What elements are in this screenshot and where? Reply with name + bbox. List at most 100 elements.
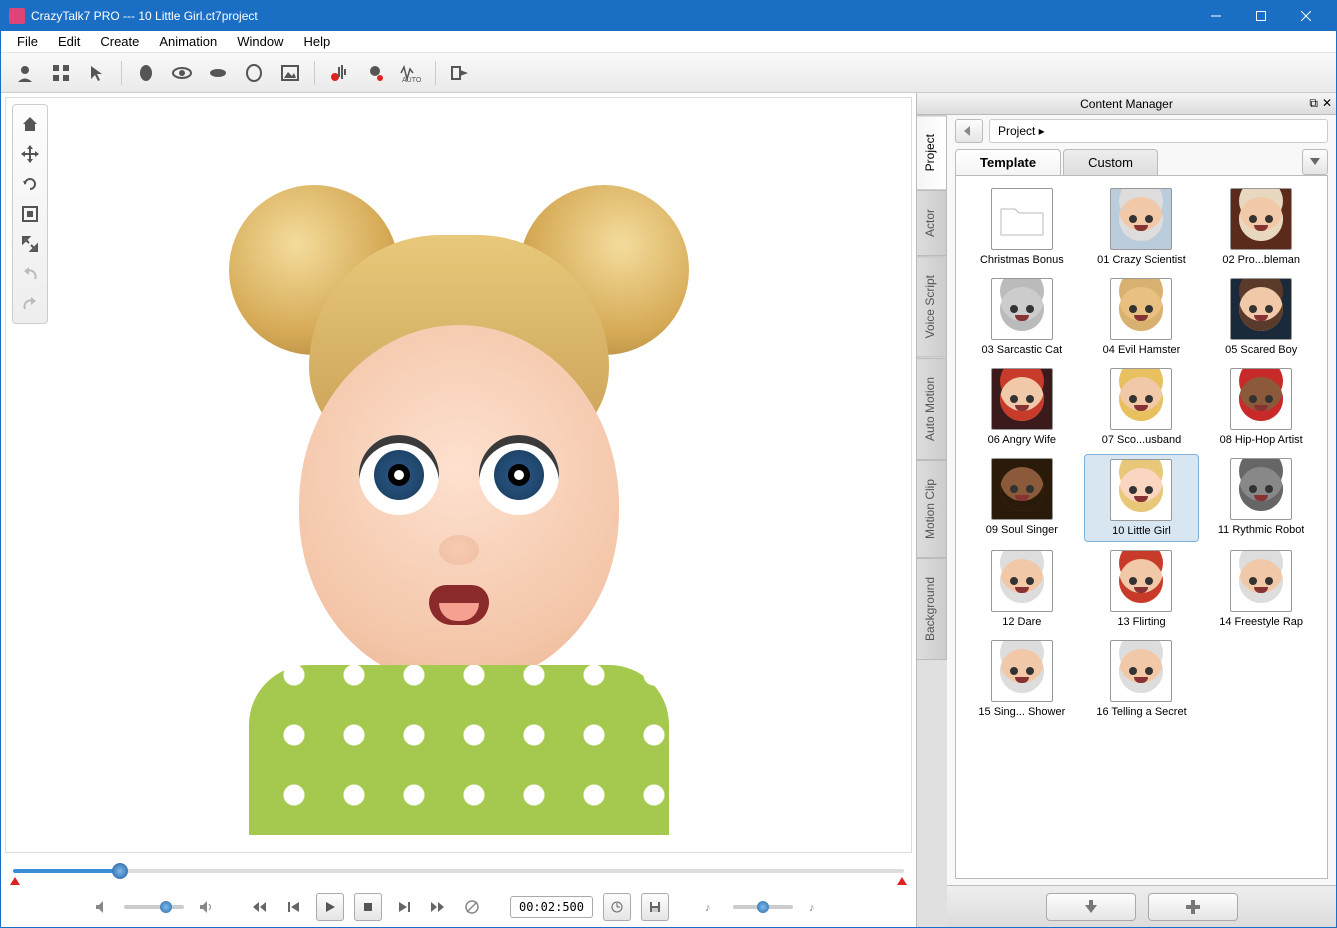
thumbnail-label: Christmas Bonus [980,254,1064,266]
next-frame-button[interactable] [392,895,416,919]
thumbnail-label: 02 Pro...bleman [1222,254,1300,266]
mouth-icon[interactable] [202,57,234,89]
grid-icon[interactable] [45,57,77,89]
timecode-mode-button[interactable] [603,893,631,921]
apply-button[interactable] [1046,893,1136,921]
thumbnail-image [991,640,1053,702]
timecode-display[interactable]: 00:02:500 [510,896,593,918]
export-icon[interactable] [444,57,476,89]
content-item[interactable]: 04 Evil Hamster [1084,274,1200,360]
category-tab-background[interactable]: Background [917,558,947,660]
fast-forward-button[interactable] [426,895,450,919]
category-tab-auto-motion[interactable]: Auto Motion [917,358,947,460]
close-panel-icon[interactable]: ✕ [1322,96,1332,111]
category-tab-actor[interactable]: Actor [917,190,947,256]
thumbnail-image [1110,640,1172,702]
content-item[interactable]: 16 Telling a Secret [1084,636,1200,722]
panel-footer [947,885,1336,927]
thumbnail-label: 15 Sing... Shower [978,706,1065,718]
thumbnail-label: 06 Angry Wife [988,434,1056,446]
play-button[interactable] [316,893,344,921]
thumbnail-image [991,188,1053,250]
sub-tabs: TemplateCustom [955,149,1328,175]
content-item[interactable]: 11 Rythmic Robot [1203,454,1319,542]
rotate-icon[interactable] [15,169,45,199]
move-icon[interactable] [15,139,45,169]
svg-text:♪: ♪ [809,902,815,913]
content-item[interactable]: 06 Angry Wife [964,364,1080,450]
svg-text:♪: ♪ [705,902,711,913]
breadcrumb-text: Project ▸ [998,124,1045,138]
content-item[interactable]: 09 Soul Singer [964,454,1080,542]
fit-frame-icon[interactable] [15,199,45,229]
undock-icon[interactable]: ⧉ [1309,96,1318,111]
category-tab-voice-script[interactable]: Voice Script [917,256,947,357]
content-item[interactable]: 13 Flirting [1084,546,1200,632]
actor-icon[interactable] [9,57,41,89]
thumbnail-image [1230,368,1292,430]
menu-animation[interactable]: Animation [149,32,227,51]
thumbnail-image [1110,459,1172,521]
character-preview [219,155,699,795]
add-button[interactable] [1148,893,1238,921]
face-outline-icon[interactable] [238,57,270,89]
fullscreen-icon[interactable] [15,229,45,259]
content-item[interactable]: Christmas Bonus [964,184,1080,270]
sub-tab-custom[interactable]: Custom [1063,149,1158,175]
menu-window[interactable]: Window [227,32,293,51]
content-item[interactable]: 07 Sco...usband [1084,364,1200,450]
eye-icon[interactable] [166,57,198,89]
sub-tab-template[interactable]: Template [955,149,1061,175]
menu-edit[interactable]: Edit [48,32,90,51]
category-tab-project[interactable]: Project [917,115,947,190]
menu-file[interactable]: File [7,32,48,51]
thumbnail-image [1230,278,1292,340]
stop-button[interactable] [354,893,382,921]
auto-motion-icon[interactable]: AUTO [395,57,427,89]
timeline[interactable] [13,857,904,887]
content-item[interactable]: 14 Freestyle Rap [1203,546,1319,632]
mute-icon[interactable] [90,895,114,919]
content-item[interactable]: 01 Crazy Scientist [1084,184,1200,270]
content-item[interactable]: 03 Sarcastic Cat [964,274,1080,360]
viewport[interactable] [5,97,912,853]
rewind-button[interactable] [248,895,272,919]
save-button[interactable] [641,893,669,921]
thumbnail-image [991,458,1053,520]
speed-slider[interactable] [733,905,793,909]
thumbnail-image [991,550,1053,612]
head-icon[interactable] [130,57,162,89]
minimize-button[interactable] [1193,1,1238,31]
range-start-marker[interactable] [10,877,20,885]
maximize-button[interactable] [1238,1,1283,31]
thumbnail-grid: Christmas Bonus 01 Crazy Scientist 02 Pro.… [955,175,1328,879]
loop-off-button[interactable] [460,895,484,919]
playhead[interactable] [112,863,128,879]
thumbnail-image [1230,458,1292,520]
view-options-button[interactable] [1302,149,1328,175]
image-icon[interactable] [274,57,306,89]
content-item[interactable]: 08 Hip-Hop Artist [1203,364,1319,450]
prev-frame-button[interactable] [282,895,306,919]
content-item[interactable]: 12 Dare [964,546,1080,632]
menu-create[interactable]: Create [90,32,149,51]
voice-morph-icon[interactable] [359,57,391,89]
playback-controls: 00:02:500 ♪ ♪ [1,887,916,927]
range-end-marker[interactable] [897,877,907,885]
category-tabs: ProjectActorVoice ScriptAuto MotionMotio… [917,115,947,927]
home-icon[interactable] [15,109,45,139]
volume-slider[interactable] [124,905,184,909]
close-button[interactable] [1283,1,1328,31]
cursor-select-icon[interactable] [81,57,113,89]
content-item[interactable]: 02 Pro...bleman [1203,184,1319,270]
speed-slow-icon: ♪ [699,895,723,919]
content-item[interactable]: 05 Scared Boy [1203,274,1319,360]
back-button[interactable] [955,119,983,143]
category-tab-motion-clip[interactable]: Motion Clip [917,460,947,558]
content-manager-panel: Content Manager ⧉ ✕ ProjectActorVoice Sc… [916,93,1336,927]
menu-help[interactable]: Help [293,32,340,51]
content-item[interactable]: 15 Sing... Shower [964,636,1080,722]
content-item[interactable]: 10 Little Girl [1084,454,1200,542]
record-audio-icon[interactable] [323,57,355,89]
breadcrumb[interactable]: Project ▸ [989,119,1328,143]
